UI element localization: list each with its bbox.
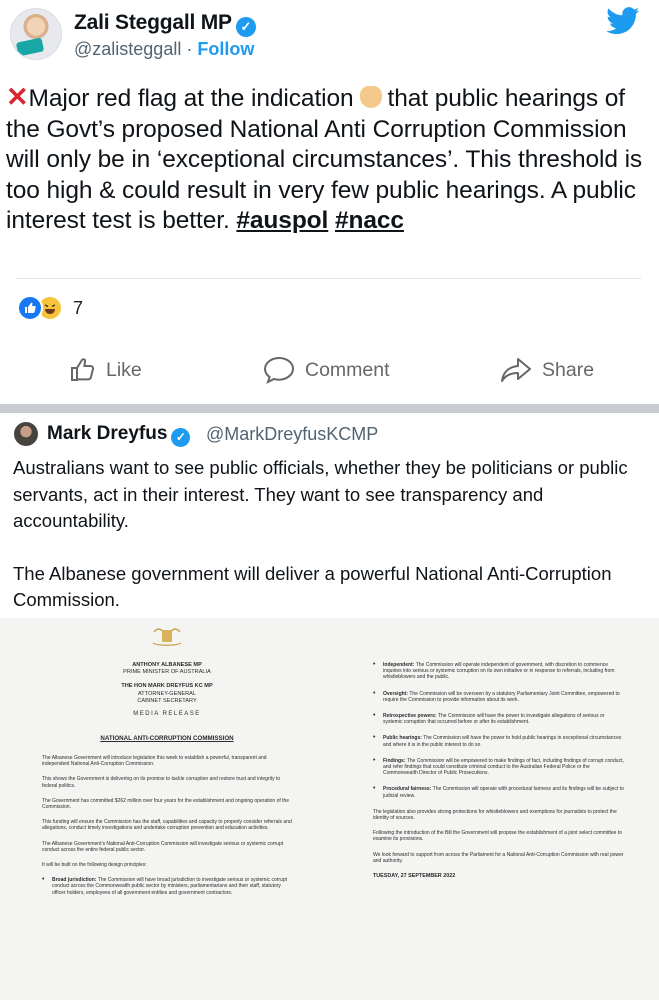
post-actions: Like Comment Share (0, 350, 659, 390)
divider (16, 278, 641, 279)
comment-button[interactable]: Comment (263, 350, 390, 390)
like-reaction-icon (17, 295, 43, 321)
thumbs-up-icon (71, 358, 95, 381)
media-release-image[interactable]: ANTHONY ALBANESE MP PRIME MINISTER OF AU… (0, 618, 659, 1000)
release-left-column: ANTHONY ALBANESE MP PRIME MINISTER OF AU… (42, 662, 292, 906)
hashtag-nacc[interactable]: #nacc (335, 207, 404, 234)
release-bullet: Broad jurisdiction: The Commission will … (42, 877, 292, 896)
tweet-text: ✕Major red flag at the indication that pu… (6, 82, 643, 234)
verified-badge-icon: ✓ (171, 428, 191, 447)
verified-badge-icon: ✓ (235, 17, 256, 37)
post-separator (0, 404, 659, 413)
release-bullet: Public hearings: The Commission will hav… (373, 735, 625, 747)
red-x-icon: ✕ (6, 82, 29, 112)
author-handle[interactable]: @zalisteggall (74, 39, 181, 59)
release-title: NATIONAL ANTI-CORRUPTION COMMISSION (100, 735, 234, 743)
tweet-text: Australians want to see public officials… (13, 457, 628, 610)
author-name[interactable]: Zali Steggall MP ✓ (74, 11, 256, 37)
author-handle-line: @zalisteggall · Follow (74, 39, 255, 59)
release-right-column: Independent: The Commission will operate… (373, 662, 625, 879)
comment-bubble-icon (263, 356, 295, 384)
reaction-count: 7 (73, 298, 84, 318)
release-bullet: Retrospective powers: The Commission wil… (373, 713, 625, 725)
share-arrow-icon (501, 358, 531, 382)
release-bullet: Procedural fairness: The Commission will… (373, 786, 625, 798)
hashtag-auspol[interactable]: #auspol (236, 207, 328, 234)
author-handle[interactable]: @MarkDreyfusKCMP (206, 424, 378, 445)
coat-of-arms-icon (152, 628, 182, 646)
tweet-mark-dreyfus: Mark Dreyfus ✓ @MarkDreyfusKCMP Australia… (0, 413, 659, 1000)
avatar-mark-dreyfus[interactable] (14, 422, 38, 446)
release-bullet: Oversight: The Commission will be overse… (373, 691, 625, 703)
follow-button[interactable]: Follow (197, 39, 254, 59)
tweet-zali-steggall: Zali Steggall MP ✓ @zalisteggall · Follow… (0, 0, 659, 403)
share-button[interactable]: Share (500, 350, 594, 390)
like-button[interactable]: Like (70, 350, 142, 390)
release-bullet: Independent: The Commission will operate… (373, 662, 625, 681)
release-bullet: Findings: The Commission will be empower… (373, 758, 625, 777)
twitter-bird-icon (606, 7, 640, 35)
avatar-zali-steggall[interactable] (10, 8, 62, 60)
release-date: TUESDAY, 27 SEPTEMBER 2022 (373, 873, 456, 880)
author-name[interactable]: Mark Dreyfus ✓ (47, 423, 191, 447)
pointing-down-emoji-icon (359, 86, 382, 108)
